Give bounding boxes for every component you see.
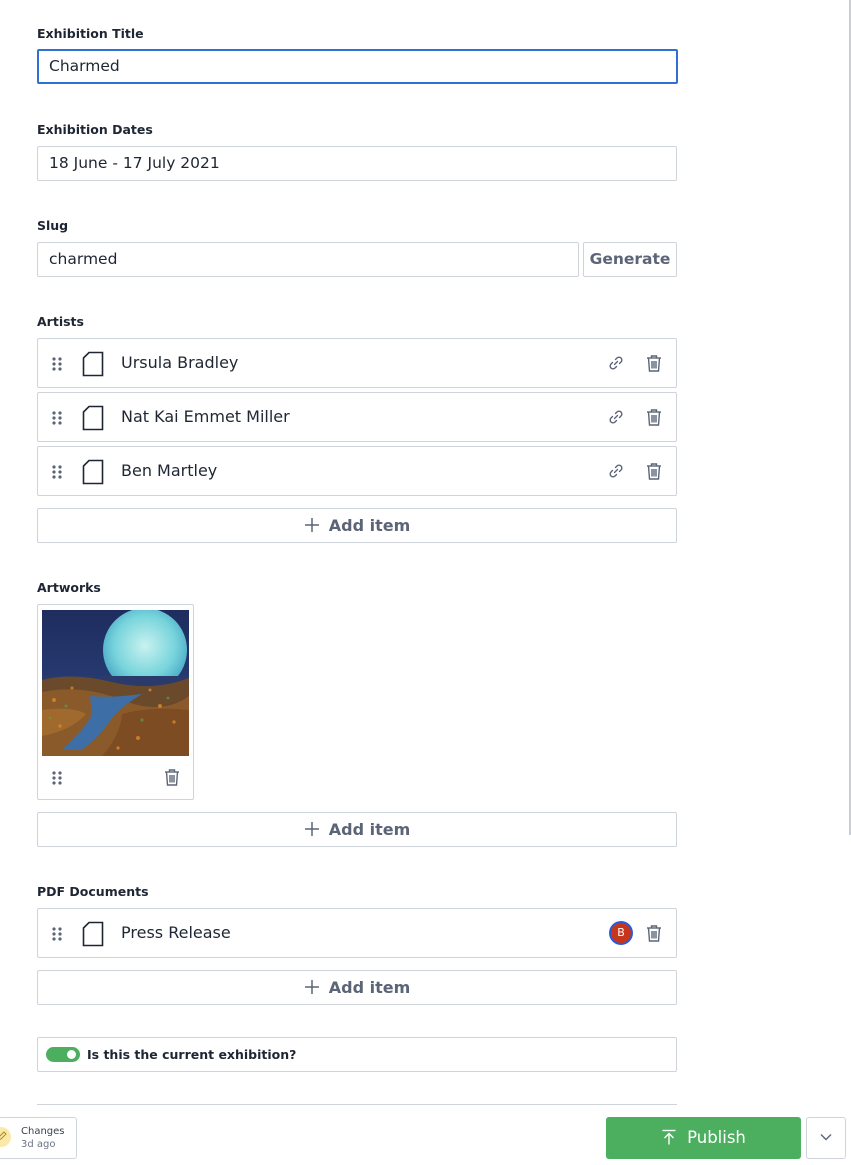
- drag-handle-icon[interactable]: [51, 410, 63, 426]
- document-icon: [82, 459, 104, 485]
- trash-icon[interactable]: [644, 407, 664, 427]
- exhibition-title-input[interactable]: Charmed: [37, 49, 678, 84]
- pdf-document-title: Press Release: [121, 923, 231, 942]
- edit-icon: [0, 1127, 11, 1147]
- trash-icon[interactable]: [644, 353, 664, 373]
- changes-label: Changes: [21, 1126, 65, 1137]
- trash-icon[interactable]: [162, 767, 182, 787]
- current-exhibition-label: Is this the current exhibition?: [87, 1047, 297, 1062]
- plus-icon: [304, 980, 319, 994]
- document-icon: [82, 921, 104, 947]
- presence-avatar: B: [609, 921, 633, 945]
- add-item-label: Add item: [328, 978, 411, 997]
- trash-icon[interactable]: [644, 923, 664, 943]
- slug-label: Slug: [37, 218, 69, 233]
- artist-row[interactable]: Ben Martley: [37, 446, 677, 496]
- pdf-document-row[interactable]: Press Release B: [37, 908, 677, 958]
- add-pdf-document-button[interactable]: Add item: [37, 970, 677, 1005]
- plus-icon: [304, 822, 319, 836]
- add-item-label: Add item: [328, 516, 411, 535]
- generate-slug-button[interactable]: Generate: [583, 242, 677, 277]
- drag-handle-icon[interactable]: [51, 770, 63, 786]
- publish-menu-button[interactable]: [806, 1117, 846, 1159]
- drag-handle-icon[interactable]: [51, 356, 63, 372]
- toggle-knob: [67, 1050, 76, 1059]
- plus-icon: [304, 518, 319, 532]
- publish-icon: [662, 1129, 676, 1144]
- document-icon: [82, 351, 104, 377]
- artist-row[interactable]: Ursula Bradley: [37, 338, 677, 388]
- current-exhibition-toggle[interactable]: [46, 1047, 80, 1062]
- avatar-initial: B: [611, 923, 631, 943]
- add-item-label: Add item: [328, 820, 411, 839]
- chevron-down-icon: [820, 1134, 832, 1141]
- exhibition-dates-input[interactable]: 18 June - 17 July 2021: [37, 146, 677, 181]
- artist-title: Nat Kai Emmet Miller: [121, 407, 290, 426]
- drag-handle-icon[interactable]: [51, 926, 63, 942]
- publish-label: Publish: [687, 1128, 746, 1147]
- artist-title: Ursula Bradley: [121, 353, 239, 372]
- changes-button[interactable]: Changes 3d ago: [0, 1117, 77, 1159]
- link-icon[interactable]: [606, 353, 626, 373]
- artwork-card[interactable]: [37, 604, 194, 800]
- artists-label: Artists: [37, 314, 84, 329]
- exhibition-dates-label: Exhibition Dates: [37, 122, 153, 137]
- artwork-thumbnail[interactable]: [42, 610, 189, 756]
- drag-handle-icon[interactable]: [51, 464, 63, 480]
- pdf-documents-label: PDF Documents: [37, 884, 149, 899]
- document-icon: [82, 405, 104, 431]
- publish-button[interactable]: Publish: [606, 1117, 801, 1159]
- slug-input[interactable]: charmed: [37, 242, 579, 277]
- add-artwork-button[interactable]: Add item: [37, 812, 677, 847]
- link-icon[interactable]: [606, 407, 626, 427]
- link-icon[interactable]: [606, 461, 626, 481]
- artist-row[interactable]: Nat Kai Emmet Miller: [37, 392, 677, 442]
- add-artist-button[interactable]: Add item: [37, 508, 677, 543]
- trash-icon[interactable]: [644, 461, 664, 481]
- exhibition-title-label: Exhibition Title: [37, 26, 144, 41]
- changes-time: 3d ago: [21, 1139, 56, 1150]
- artworks-label: Artworks: [37, 580, 101, 595]
- artist-title: Ben Martley: [121, 461, 218, 480]
- current-exhibition-field: Is this the current exhibition?: [37, 1037, 677, 1072]
